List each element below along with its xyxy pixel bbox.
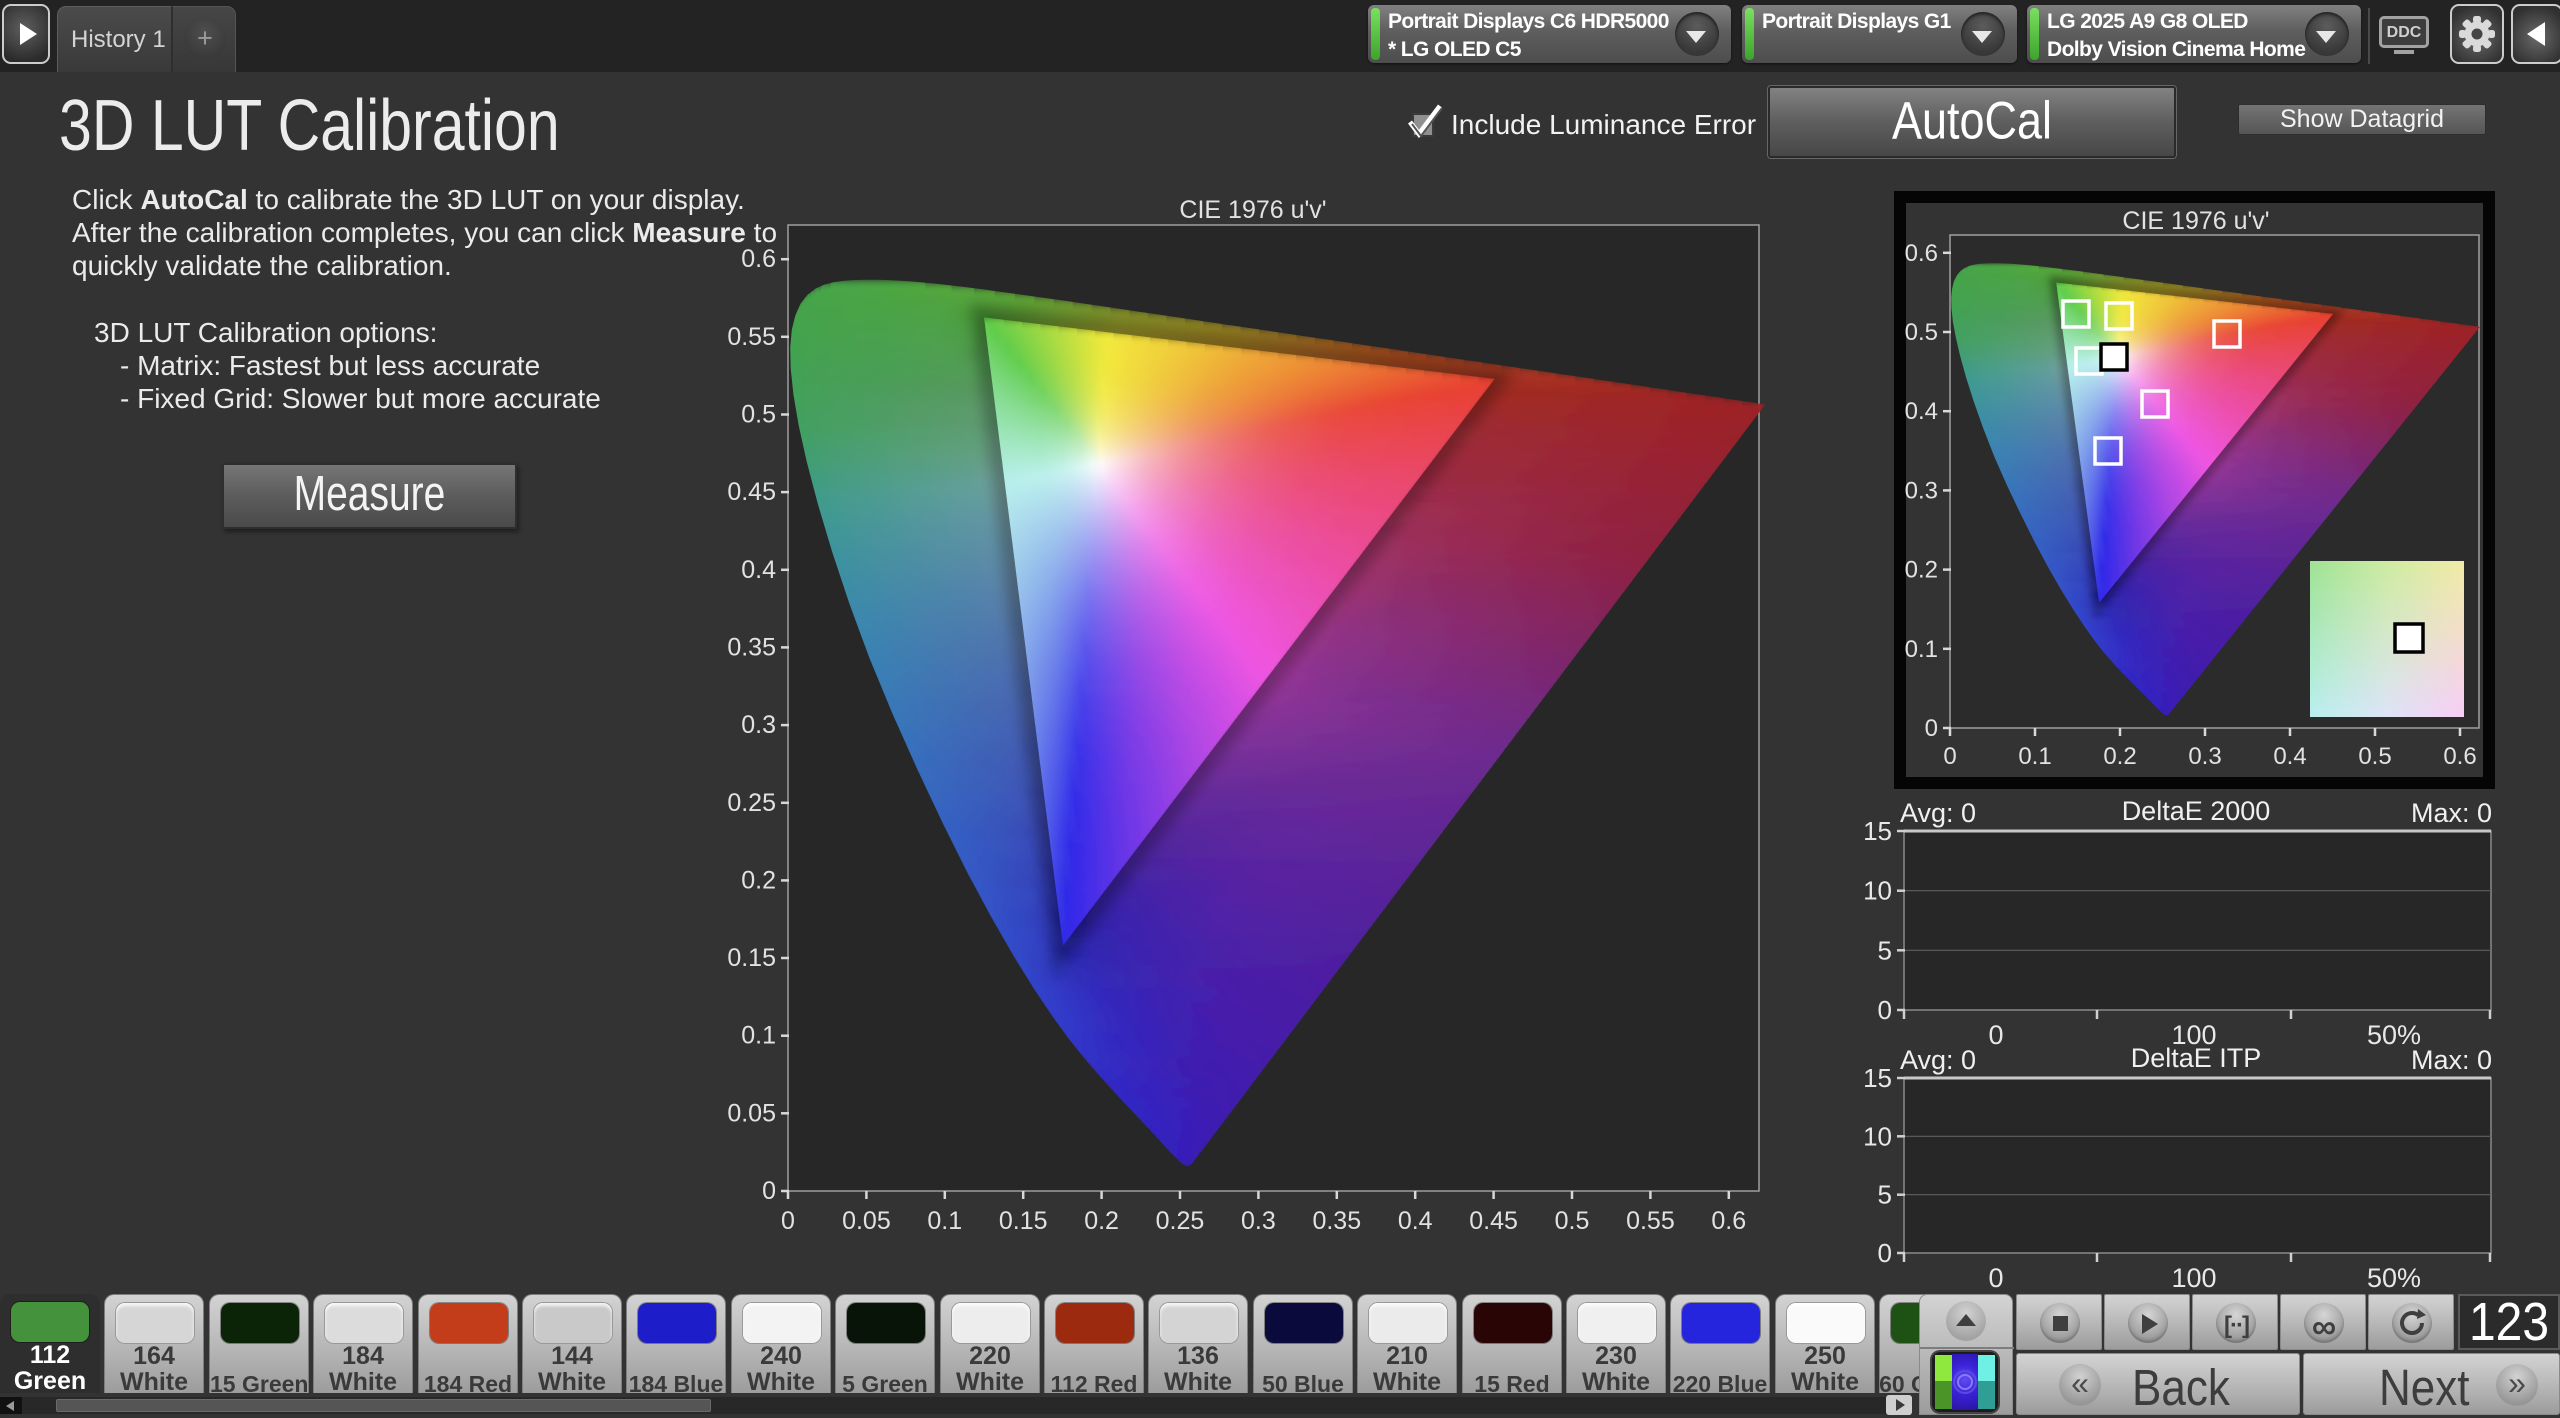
svg-text:0.35: 0.35 [727, 633, 776, 661]
svg-text:0: 0 [1878, 1238, 1892, 1268]
svg-text:0.55: 0.55 [1626, 1207, 1675, 1235]
svg-text:0: 0 [1878, 995, 1892, 1025]
svg-text:0.3: 0.3 [1905, 477, 1938, 504]
svg-text:10: 10 [1863, 1121, 1892, 1151]
svg-text:0.2: 0.2 [2103, 743, 2136, 770]
svg-text:DeltaE ITP: DeltaE ITP [2131, 1043, 2262, 1073]
svg-text:0.6: 0.6 [741, 245, 776, 273]
svg-text:0.1: 0.1 [741, 1022, 776, 1050]
svg-text:100: 100 [2171, 1263, 2216, 1293]
svg-text:0: 0 [1943, 743, 1956, 770]
svg-text:Avg: 0: Avg: 0 [1900, 798, 1976, 828]
svg-text:0: 0 [781, 1207, 795, 1235]
svg-text:15: 15 [1863, 1063, 1892, 1093]
svg-text:0.25: 0.25 [1156, 1207, 1205, 1235]
svg-text:15: 15 [1863, 816, 1892, 846]
svg-text:DeltaE 2000: DeltaE 2000 [2122, 796, 2271, 826]
svg-text:0.4: 0.4 [2273, 743, 2306, 770]
svg-text:0.4: 0.4 [1905, 398, 1938, 425]
svg-text:0.1: 0.1 [2018, 743, 2051, 770]
svg-text:0.6: 0.6 [2443, 743, 2476, 770]
svg-text:0.05: 0.05 [842, 1207, 891, 1235]
svg-text:10: 10 [1863, 876, 1892, 906]
svg-text:0.3: 0.3 [2188, 743, 2221, 770]
svg-text:Avg: 0: Avg: 0 [1900, 1045, 1976, 1075]
svg-text:0.6: 0.6 [1711, 1207, 1746, 1235]
svg-text:0.5: 0.5 [1555, 1207, 1590, 1235]
svg-text:0.15: 0.15 [727, 944, 776, 972]
svg-text:0.5: 0.5 [741, 401, 776, 429]
svg-text:0: 0 [1925, 715, 1938, 742]
svg-text:0.3: 0.3 [741, 711, 776, 739]
svg-text:5: 5 [1878, 935, 1892, 965]
svg-text:0: 0 [1988, 1020, 2003, 1050]
svg-text:0.1: 0.1 [1905, 636, 1938, 663]
svg-text:0.35: 0.35 [1312, 1207, 1361, 1235]
svg-text:CIE 1976 u'v': CIE 1976 u'v' [1179, 196, 1326, 224]
svg-text:0.1: 0.1 [927, 1207, 962, 1235]
svg-text:0.2: 0.2 [1905, 557, 1938, 584]
svg-text:0.55: 0.55 [727, 323, 776, 351]
svg-text:0.4: 0.4 [1398, 1207, 1433, 1235]
svg-text:0.45: 0.45 [727, 478, 776, 506]
svg-text:0.5: 0.5 [1905, 319, 1938, 346]
svg-text:Max: 0: Max: 0 [2411, 798, 2492, 828]
svg-text:0.25: 0.25 [727, 789, 776, 817]
svg-text:0: 0 [762, 1177, 776, 1205]
svg-text:CIE 1976 u'v': CIE 1976 u'v' [2122, 207, 2269, 235]
svg-text:0.3: 0.3 [1241, 1207, 1276, 1235]
svg-text:0.15: 0.15 [999, 1207, 1048, 1235]
svg-text:0.2: 0.2 [1084, 1207, 1119, 1235]
svg-text:50%: 50% [2367, 1263, 2421, 1293]
svg-text:0.4: 0.4 [741, 556, 776, 584]
svg-text:0.6: 0.6 [1905, 240, 1938, 267]
svg-text:0.45: 0.45 [1469, 1207, 1518, 1235]
svg-text:5: 5 [1878, 1180, 1892, 1210]
svg-text:0.5: 0.5 [2358, 743, 2391, 770]
svg-text:0.05: 0.05 [727, 1099, 776, 1127]
svg-text:0: 0 [1988, 1263, 2003, 1293]
svg-text:0.2: 0.2 [741, 866, 776, 894]
svg-text:Max: 0: Max: 0 [2411, 1045, 2492, 1075]
